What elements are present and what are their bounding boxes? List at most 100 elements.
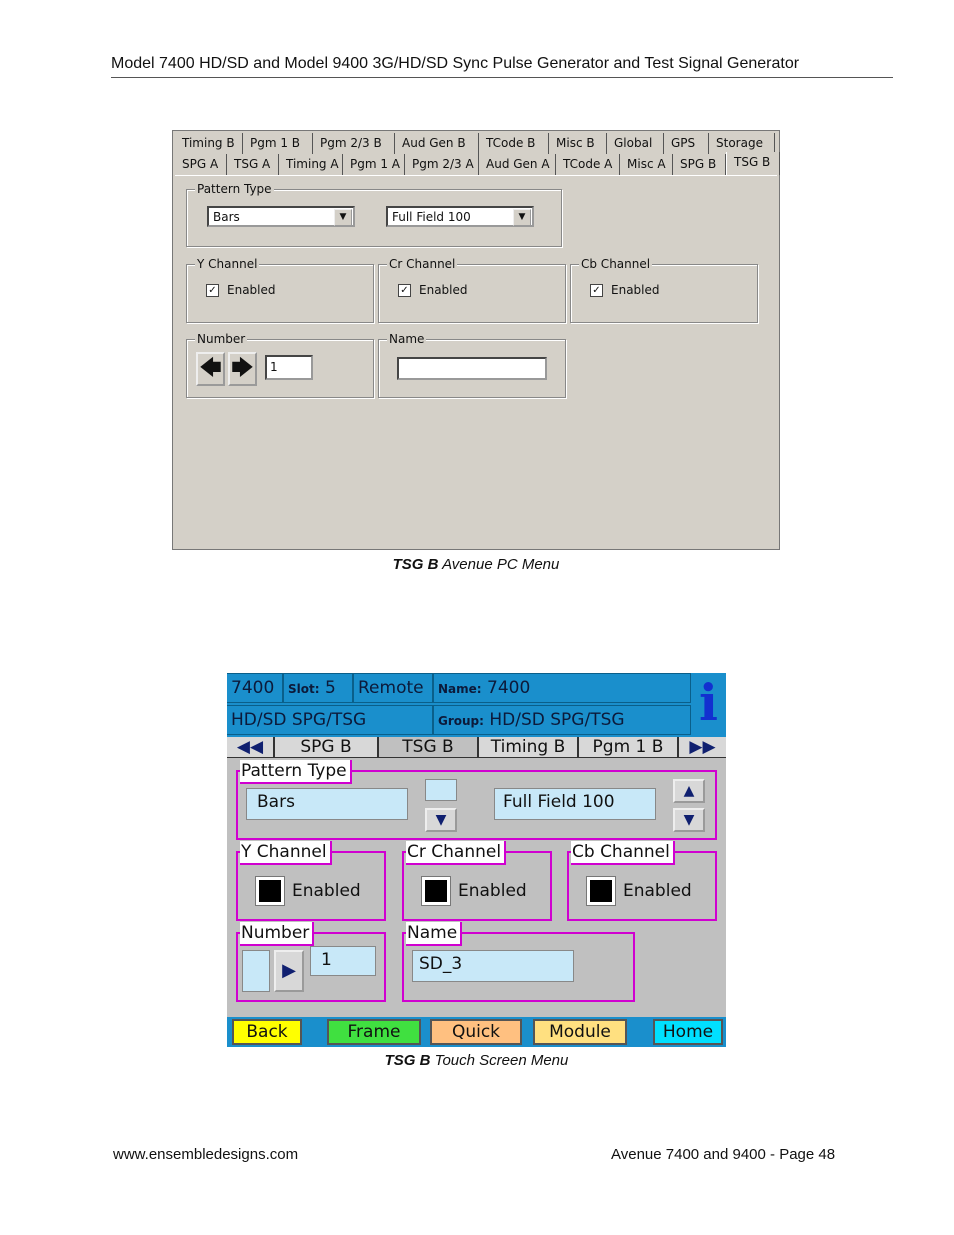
mode-cell: Remote (353, 673, 433, 703)
quick-button[interactable]: Quick (430, 1019, 522, 1045)
checkbox-icon[interactable] (256, 877, 284, 905)
checkmark-icon[interactable]: ✓ (398, 283, 411, 297)
dropdown-arrow-icon[interactable]: ▼ (513, 209, 531, 226)
touch-cb-enabled-label: Enabled (623, 881, 692, 901)
touch-cb-channel-group: Cb Channel Enabled (567, 841, 717, 921)
pattern-sub-select[interactable]: Full Field 100 ▼ (386, 206, 534, 227)
tab-tcode-a[interactable]: TCode A (556, 154, 620, 175)
touch-cb-enabled-checkbox[interactable]: Enabled (587, 877, 692, 905)
touch-screen-menu: 7400 Slot: 5 Remote Name: 7400 HD/SD SPG… (227, 673, 726, 1047)
touch-cb-channel-label: Cb Channel (571, 841, 675, 865)
arrow-down-icon[interactable]: ▼ (425, 808, 457, 832)
tab-storage[interactable]: Storage (709, 133, 775, 154)
cb-channel-label: Cb Channel (579, 257, 653, 271)
pattern-sub-select-value: Full Field 100 (392, 210, 471, 224)
tab-audgen-a[interactable]: Aud Gen A (479, 154, 556, 175)
arrow-right-icon[interactable]: ▶ (274, 950, 304, 992)
cb-channel-group: Cb Channel ✓ Enabled (570, 257, 758, 323)
tab-gps[interactable]: GPS (664, 133, 709, 154)
double-right-arrow-icon[interactable]: ▶▶ (677, 737, 726, 757)
double-left-arrow-icon[interactable]: ◀◀ (227, 737, 273, 757)
checkmark-icon[interactable]: ✓ (590, 283, 603, 297)
y-enabled-checkbox[interactable]: ✓ Enabled (206, 283, 276, 297)
touch-tab-timing-b[interactable]: Timing B (477, 737, 577, 757)
name-label: Name (387, 332, 427, 346)
tab-pgm1-b[interactable]: Pgm 1 B (243, 133, 313, 154)
touch-number-left-blank[interactable] (242, 950, 270, 992)
touch-header: 7400 Slot: 5 Remote Name: 7400 HD/SD SPG… (227, 673, 726, 737)
tab-misc-b[interactable]: Misc B (549, 133, 607, 154)
y-enabled-label: Enabled (227, 283, 276, 297)
back-button[interactable]: Back (232, 1019, 302, 1045)
checkbox-icon[interactable] (587, 877, 615, 905)
touch-name-field[interactable]: SD_3 (412, 950, 574, 982)
tab-global[interactable]: Global (607, 133, 664, 154)
frame-button[interactable]: Frame (327, 1019, 421, 1045)
cr-enabled-label: Enabled (419, 283, 468, 297)
info-icon[interactable]: i (691, 673, 726, 733)
pc-menu-window: Timing B Pgm 1 B Pgm 2/3 B Aud Gen B TCo… (172, 130, 780, 550)
tab-tcode-b[interactable]: TCode B (479, 133, 549, 154)
touch-tab-pgm1-b[interactable]: Pgm 1 B (577, 737, 677, 757)
slot-label: Slot: (288, 682, 320, 696)
group-label: Group: (438, 714, 484, 728)
pattern-select[interactable]: Bars ▼ (207, 206, 355, 227)
checkmark-icon[interactable]: ✓ (206, 283, 219, 297)
touch-name-label: Name: (438, 682, 482, 696)
tab-misc-a[interactable]: Misc A (620, 154, 673, 175)
module-button[interactable]: Module (533, 1019, 627, 1045)
touch-name-value: 7400 (487, 678, 531, 698)
cr-enabled-checkbox[interactable]: ✓ Enabled (398, 283, 468, 297)
tab-tsg-a[interactable]: TSG A (227, 154, 279, 175)
arrow-up-icon[interactable]: ▲ (673, 779, 705, 803)
tab-tsg-b[interactable]: TSG B (726, 152, 780, 175)
number-input[interactable]: 1 (265, 355, 313, 380)
touch-number-group: Number ▶ 1 (236, 922, 386, 1002)
tab-timing-b[interactable]: Timing B (175, 133, 243, 154)
tab-spg-b[interactable]: SPG B (673, 154, 726, 175)
touch-tab-spg-b[interactable]: SPG B (273, 737, 377, 757)
touch-pattern-sub-field[interactable]: Full Field 100 (494, 788, 656, 820)
tab-pgm1-a[interactable]: Pgm 1 A (343, 154, 405, 175)
footer-left: www.ensembledesigns.com (113, 1146, 299, 1163)
y-channel-group: Y Channel ✓ Enabled (186, 257, 374, 323)
cr-channel-group: Cr Channel ✓ Enabled (378, 257, 566, 323)
checkbox-icon[interactable] (422, 877, 450, 905)
number-label: Number (195, 332, 248, 346)
touch-number-field[interactable]: 1 (310, 946, 376, 976)
touch-cr-enabled-checkbox[interactable]: Enabled (422, 877, 527, 905)
touch-pattern-up-blank[interactable] (425, 779, 457, 801)
touch-y-channel-label: Y Channel (240, 841, 332, 865)
tab-pgm23-b[interactable]: Pgm 2/3 B (313, 133, 395, 154)
cr-channel-label: Cr Channel (387, 257, 458, 271)
touch-y-enabled-checkbox[interactable]: Enabled (256, 877, 361, 905)
touch-y-enabled-label: Enabled (292, 881, 361, 901)
tab-spg-a[interactable]: SPG A (175, 154, 227, 175)
touch-cr-channel-label: Cr Channel (406, 841, 507, 865)
dropdown-arrow-icon[interactable]: ▼ (334, 209, 352, 226)
caption-pc-bold: TSG B (392, 556, 439, 573)
caption-pc-text: Avenue PC Menu (438, 556, 560, 573)
arrow-right-icon[interactable]: 🡆 (228, 352, 257, 386)
y-channel-label: Y Channel (195, 257, 260, 271)
slot-value: 5 (324, 678, 336, 698)
touch-pattern-field[interactable]: Bars (246, 788, 408, 820)
touch-cr-channel-group: Cr Channel Enabled (402, 841, 552, 921)
touch-tab-tsg-b[interactable]: TSG B (377, 737, 477, 757)
home-button[interactable]: Home (653, 1019, 723, 1045)
touch-tab-bar: ◀◀ SPG B TSG B Timing B Pgm 1 B ▶▶ (227, 737, 726, 758)
name-input[interactable] (397, 357, 547, 380)
caption-touch-text: Touch Screen Menu (430, 1052, 569, 1069)
touch-pattern-type-group: Pattern Type Bars ▼ Full Field 100 ▲ ▼ (236, 760, 717, 840)
touch-name-field-label: Name (406, 922, 463, 946)
touch-nav-bar: Back Frame Quick Module Home (227, 1017, 726, 1047)
tab-audgen-b[interactable]: Aud Gen B (395, 133, 479, 154)
arrow-down-icon[interactable]: ▼ (673, 808, 705, 832)
caption-pc-menu: TSG B Avenue PC Menu (172, 556, 780, 573)
arrow-left-icon[interactable]: 🡄 (196, 352, 225, 386)
tab-pgm23-a[interactable]: Pgm 2/3 A (405, 154, 479, 175)
cb-enabled-checkbox[interactable]: ✓ Enabled (590, 283, 660, 297)
name-cell: Name: 7400 (433, 673, 691, 703)
touch-y-channel-group: Y Channel Enabled (236, 841, 386, 921)
tab-timing-a[interactable]: Timing A (279, 154, 343, 175)
